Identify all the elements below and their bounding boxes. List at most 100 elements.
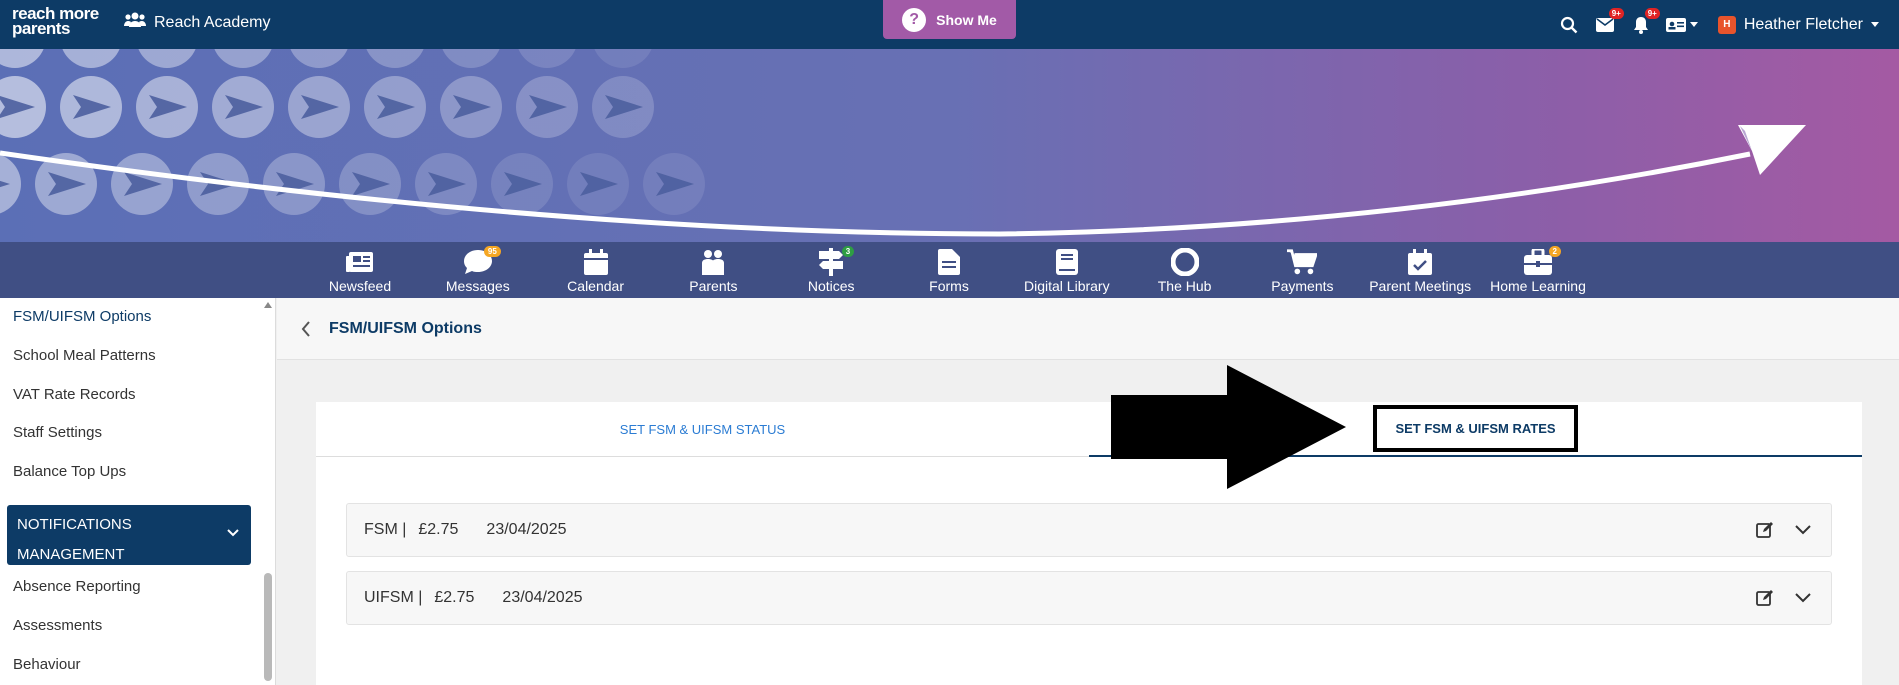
sidebar-item-absence-reporting[interactable]: Absence Reporting [13, 578, 141, 595]
nav-label: The Hub [1157, 278, 1212, 294]
nav-item-messages[interactable]: 95 Messages [423, 242, 533, 298]
sidebar-item-school-meal-patterns[interactable]: School Meal Patterns [13, 347, 156, 364]
nav-badge: 95 [483, 246, 501, 257]
nav-label: Digital Library [1024, 278, 1110, 294]
rate-amount: £2.75 [434, 589, 475, 606]
nav-label: Payments [1271, 278, 1334, 294]
paper-plane-pattern [0, 49, 1806, 237]
messages-count-badge: 9+ [1608, 7, 1624, 19]
sidebar-group-notifications-management[interactable]: NOTIFICATIONS MANAGEMENT [7, 505, 251, 565]
messages-button[interactable]: 9+ [1594, 7, 1624, 36]
header-tools: 9+ 9+ H Heather Fletcher [1558, 0, 1879, 49]
nav-item-newsfeed[interactable]: Newsfeed [305, 242, 415, 298]
avatar: H [1717, 15, 1736, 34]
tab-label: SET FSM & UIFSM RATES [1373, 405, 1578, 452]
calendar-check-icon [1405, 248, 1435, 276]
bell-icon [1633, 16, 1648, 34]
book-icon [1052, 248, 1082, 276]
nav-label: Newsfeed [328, 278, 392, 294]
show-me-button[interactable]: ? Show Me [883, 0, 1016, 39]
scroll-up-arrow[interactable] [264, 302, 272, 308]
nav-item-payments[interactable]: Payments [1247, 242, 1357, 298]
row-actions [1755, 520, 1813, 540]
cart-icon [1287, 248, 1318, 276]
rate-row-uifsm[interactable]: UIFSM | £2.75 23/04/2025 [346, 571, 1832, 625]
envelope-icon [1595, 17, 1614, 32]
group-label-line-1: NOTIFICATIONS [17, 516, 132, 533]
nav-item-calendar[interactable]: Calendar [541, 242, 651, 298]
reach-more-parents-logo[interactable]: reach more parents [12, 5, 102, 38]
nav-item-home-learning[interactable]: 2 Home Learning [1483, 242, 1593, 298]
nav-label: Messages [445, 278, 510, 294]
users-icon [124, 12, 146, 33]
chevron-left-icon [301, 320, 310, 337]
briefcase-icon: 2 [1523, 246, 1561, 276]
rate-row-fsm[interactable]: FSM | £2.75 23/04/2025 [346, 503, 1832, 557]
school-selector[interactable]: Reach Academy [124, 12, 271, 33]
group-label-line-2: MANAGEMENT [17, 546, 125, 563]
expand-button[interactable] [1793, 520, 1813, 540]
row-actions [1755, 588, 1813, 608]
tab-label: SET FSM & UIFSM STATUS [619, 422, 786, 437]
nav-label: Notices [807, 278, 855, 294]
sidebar: FSM/UIFSM Options School Meal Patterns V… [0, 298, 276, 685]
tab-bar: SET FSM & UIFSM STATUS SET FSM & UIFSM R… [316, 402, 1862, 457]
nav-badge: 2 [1548, 246, 1561, 257]
logo-line-2: parents [12, 19, 70, 38]
nav-label: Calendar [567, 278, 624, 294]
nav-item-forms[interactable]: Forms [894, 242, 1004, 298]
expand-button[interactable] [1793, 588, 1813, 608]
sidebar-item-assessments[interactable]: Assessments [13, 617, 102, 634]
newspaper-icon [345, 248, 375, 276]
rate-date: 23/04/2025 [486, 521, 567, 538]
search-button[interactable] [1558, 14, 1580, 36]
nav-label: Parents [689, 278, 738, 294]
sidebar-item-fsm-uifsm-options[interactable]: FSM/UIFSM Options [13, 308, 151, 325]
id-card-icon [1665, 17, 1686, 32]
rate-amount: £2.75 [418, 521, 459, 538]
back-button[interactable] [301, 320, 311, 338]
signpost-icon: 3 [816, 246, 855, 276]
nav-label: Forms [929, 278, 969, 294]
nav-badge: 3 [841, 246, 855, 257]
chevron-down-icon [1689, 22, 1698, 27]
chat-bubble-icon: 95 [463, 246, 501, 276]
rates-panel: SET FSM & UIFSM STATUS SET FSM & UIFSM R… [316, 402, 1862, 685]
nav-item-digital-library[interactable]: Digital Library [1012, 242, 1122, 298]
nav-label: Parent Meetings [1369, 278, 1472, 294]
calendar-icon [581, 248, 611, 276]
rate-type: FSM | [364, 521, 407, 538]
sidebar-item-balance-top-ups[interactable]: Balance Top Ups [13, 463, 126, 480]
question-icon: ? [902, 7, 927, 32]
rate-type: UIFSM | [364, 589, 423, 606]
notifications-button[interactable]: 9+ [1630, 7, 1660, 36]
id-card-menu[interactable] [1665, 14, 1698, 36]
people-icon [698, 248, 728, 276]
nav-item-notices[interactable]: 3 Notices [776, 242, 886, 298]
sidebar-item-vat-rate-records[interactable]: VAT Rate Records [13, 386, 136, 403]
edit-button[interactable] [1755, 588, 1775, 608]
tab-set-fsm-uifsm-status[interactable]: SET FSM & UIFSM STATUS [316, 402, 1089, 457]
chevron-down-icon [1795, 593, 1811, 603]
nav-item-the-hub[interactable]: The Hub [1130, 242, 1240, 298]
nav-item-parent-meetings[interactable]: Parent Meetings [1365, 242, 1475, 298]
search-icon [1560, 16, 1578, 33]
sidebar-scrollbar[interactable] [264, 573, 272, 681]
main-content: FSM/UIFSM Options SET FSM & UIFSM STATUS… [277, 298, 1899, 685]
sidebar-item-behaviour[interactable]: Behaviour [13, 656, 81, 673]
lifebuoy-icon [1170, 248, 1200, 276]
nav-item-parents[interactable]: Parents [658, 242, 768, 298]
edit-icon [1756, 522, 1773, 538]
edit-button[interactable] [1755, 520, 1775, 540]
page-title: FSM/UIFSM Options [329, 319, 482, 337]
sidebar-item-staff-settings[interactable]: Staff Settings [13, 424, 102, 441]
hero-banner [0, 49, 1899, 242]
school-name: Reach Academy [154, 13, 271, 31]
top-bar: reach more parents Reach Academy ? Show … [0, 0, 1899, 49]
user-name: Heather Fletcher [1743, 15, 1863, 33]
chevron-down-icon [1871, 22, 1879, 27]
user-menu[interactable]: H Heather Fletcher [1717, 15, 1879, 34]
show-me-label: Show Me [936, 11, 997, 28]
nav-label: Home Learning [1490, 278, 1586, 294]
main-navigation: Newsfeed 95 Messages Calendar Parents 3 Notice… [0, 242, 1899, 298]
